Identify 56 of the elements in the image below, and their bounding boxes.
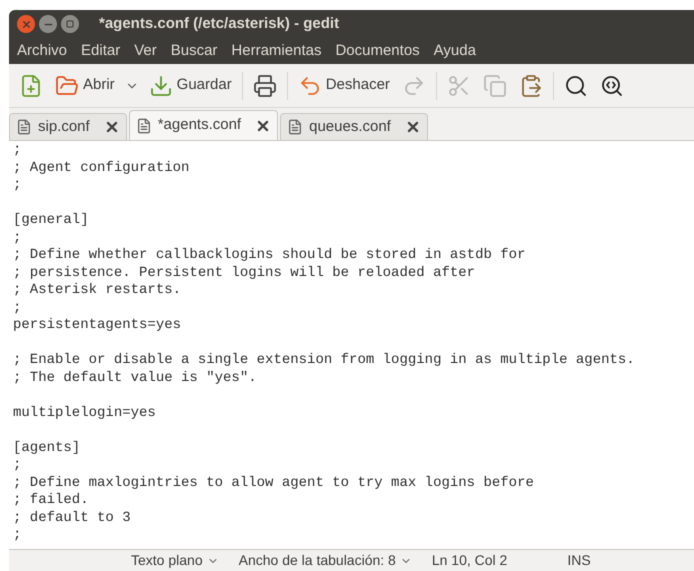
- status-item: INS: [567, 551, 591, 570]
- close-icon: [20, 18, 32, 30]
- menu-item[interactable]: Ver: [134, 40, 157, 62]
- new-document-icon: [19, 74, 43, 98]
- code-line: [agents]: [13, 440, 80, 457]
- printer-icon: [252, 74, 277, 98]
- code-line: ;: [13, 300, 22, 317]
- window-title: *agents.conf (/etc/asterisk) - gedit: [99, 14, 340, 34]
- toolbar-button[interactable]: Guardar: [142, 68, 238, 104]
- code-line: ; default to 3: [13, 510, 131, 527]
- code-line: ; Define maxlogintries to allow agent to try max logins before: [13, 474, 534, 492]
- tab[interactable]: *agents.conf: [128, 110, 278, 140]
- code-line: ;: [13, 142, 22, 160]
- toolbar-button[interactable]: Deshacer: [292, 68, 396, 104]
- code-line: ; persistence. Persistent logins will be reloaded after: [13, 264, 476, 282]
- menu-item[interactable]: Buscar: [170, 40, 218, 62]
- menu-item[interactable]: Ayuda: [434, 40, 476, 62]
- code-line: [general]: [13, 212, 89, 230]
- tab-label: queues.conf: [309, 116, 391, 137]
- code-line: ;: [13, 177, 22, 194]
- folder-icon: [55, 74, 79, 98]
- save-icon: [148, 74, 173, 98]
- tab-label: sip.conf: [38, 116, 90, 137]
- code-line: ;: [13, 527, 22, 544]
- maximize-icon: [66, 20, 74, 28]
- code-line: multiplelogin=yes: [13, 404, 156, 422]
- tab[interactable]: sip.conf: [9, 113, 127, 140]
- code-line: persistentagents=yes: [13, 317, 182, 334]
- code-line: ; Define whether callbacklogins should be stored in astdb for: [13, 247, 526, 264]
- code-line: ;: [13, 457, 22, 474]
- code-line: ; failed.: [13, 492, 89, 510]
- code-line: ; The default value is "yes".: [13, 370, 257, 387]
- code-line: ; Asterisk restarts.: [13, 282, 182, 300]
- scissors-icon: [446, 74, 471, 98]
- code-line: ;: [13, 230, 22, 247]
- search-icon: [564, 74, 588, 98]
- text-editor[interactable]: [9, 140, 694, 549]
- tab[interactable]: queues.conf: [280, 113, 428, 140]
- close-button[interactable]: [17, 15, 35, 33]
- status-item: Ln 10, Col 2: [432, 551, 508, 570]
- maximize-button[interactable]: [61, 15, 79, 33]
- menu-item[interactable]: Documentos: [335, 40, 420, 62]
- code-line: ; Enable or disable a single extension from logging in as multiple agents.: [13, 352, 635, 370]
- toolbar-button[interactable]: Abrir: [49, 68, 121, 104]
- document-icon: [287, 119, 304, 135]
- tab-label: *agents.conf: [158, 115, 242, 136]
- minimize-button[interactable]: [39, 15, 57, 33]
- document-icon: [16, 119, 32, 135]
- menu-item[interactable]: Editar: [81, 40, 120, 62]
- code-line: ; Agent configuration: [13, 160, 190, 177]
- status-item[interactable]: Texto plano: [131, 550, 219, 571]
- copy-icon: [482, 74, 507, 98]
- menu-item[interactable]: Herramientas: [231, 40, 322, 62]
- status-item[interactable]: Ancho de la tabulación: 8: [238, 550, 412, 571]
- menu-item[interactable]: Archivo: [17, 40, 68, 62]
- document-icon: [136, 118, 152, 134]
